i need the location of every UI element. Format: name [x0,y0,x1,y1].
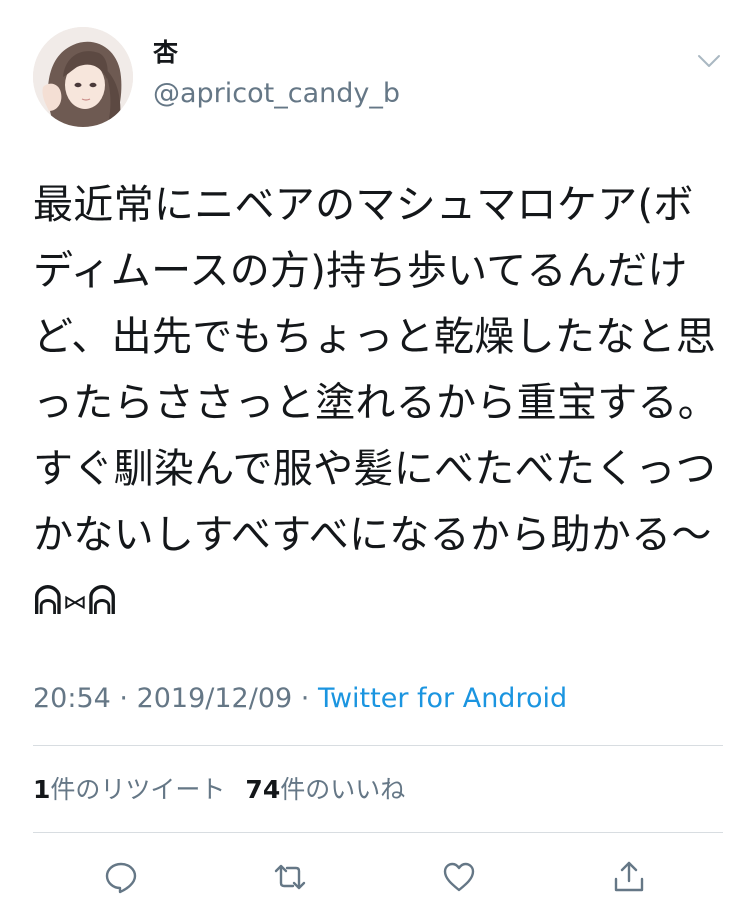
reply-button[interactable] [101,857,141,897]
retweet-button[interactable] [270,857,310,897]
avatar-illustration [33,27,133,127]
tweet-meta: 20:54 · 2019/12/09 · Twitter for Android [33,679,567,719]
tweet-text: 最近常にニベアのマシュマロケア(ボディムースの方)持ち歩いてるんだけど、出先でも… [33,182,719,624]
tweet-source-link[interactable]: Twitter for Android [318,683,567,714]
meta-separator: · [292,683,318,714]
like-label: 件のいいね [280,775,406,804]
like-button[interactable] [439,857,479,897]
meta-separator: · [110,683,137,714]
like-icon [443,862,475,892]
reply-icon [105,862,137,894]
like-stat[interactable]: 74件のいいね [245,775,405,804]
tweet-time: 20:54 [33,683,111,714]
retweet-icon [274,864,306,890]
divider [33,832,723,833]
tweet-date: 2019/12/09 [136,683,293,714]
retweet-label: 件のリツイート [50,775,226,804]
share-icon [614,861,644,892]
divider [33,745,723,746]
like-count: 74 [245,775,281,804]
user-handle[interactable]: @apricot_candy_b [153,77,400,111]
retweet-count: 1 [33,775,51,804]
display-name[interactable]: 杏 [153,38,178,68]
avatar[interactable] [33,27,133,127]
share-button[interactable] [609,857,649,897]
chevron-down-icon[interactable] [694,46,724,76]
retweet-stat[interactable]: 1件のリツイート [33,775,225,804]
tweet-stats: 1件のリツイート 74件のいいね [33,770,405,810]
